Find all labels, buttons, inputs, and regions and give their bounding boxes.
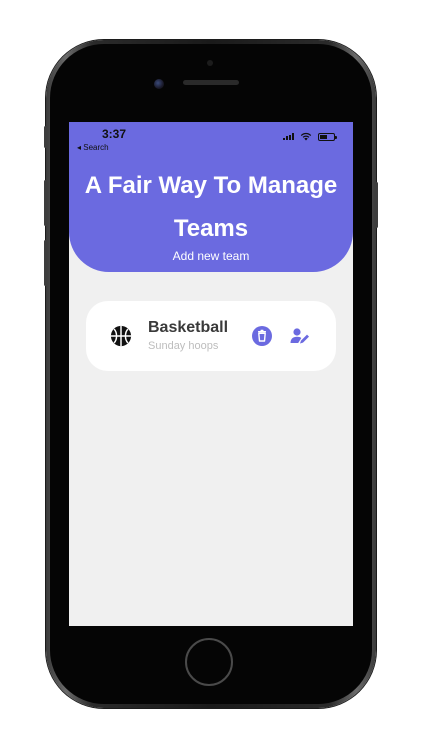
status-icons	[283, 132, 337, 141]
team-card[interactable]: Basketball Sunday hoops	[86, 301, 336, 371]
proximity-sensor	[207, 60, 213, 66]
volume-down-button	[44, 240, 47, 286]
battery-icon	[318, 132, 337, 141]
edit-user-icon	[290, 328, 309, 344]
status-time: 3:37	[102, 127, 127, 141]
volume-up-button	[44, 180, 47, 226]
trash-icon	[258, 329, 266, 342]
basketball-icon	[110, 325, 132, 347]
delete-team-button[interactable]	[252, 326, 272, 346]
app-screen: 3:37 ◂ Search A Fair Way To Manage Teams…	[69, 122, 353, 626]
add-new-team-link[interactable]: Add new team	[69, 249, 353, 263]
front-camera	[154, 79, 164, 89]
wifi-icon	[300, 132, 312, 141]
team-name: Basketball	[148, 319, 229, 336]
signal-icon	[283, 133, 294, 140]
back-to-search-link[interactable]: ◂ Search	[77, 143, 109, 152]
mute-switch	[44, 126, 47, 148]
edit-team-button[interactable]	[289, 326, 311, 346]
app-header: 3:37 ◂ Search A Fair Way To Manage Teams…	[69, 122, 353, 272]
page-title: A Fair Way To Manage Teams	[84, 172, 338, 242]
power-button	[375, 182, 378, 228]
home-button[interactable]	[185, 638, 233, 686]
earpiece-speaker	[183, 80, 239, 85]
team-description: Sunday hoops	[148, 340, 219, 352]
